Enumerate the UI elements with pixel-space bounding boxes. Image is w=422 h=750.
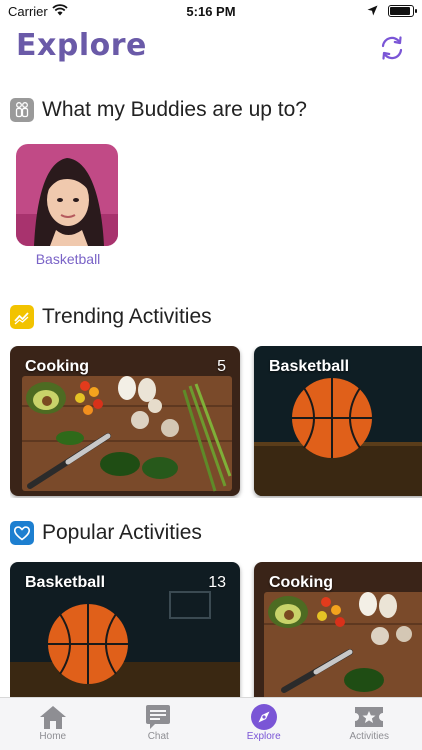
tab-label: Home (39, 731, 67, 742)
card-title: Basketball (269, 358, 350, 375)
card-title: Cooking (25, 358, 89, 375)
buddy-activity-label[interactable]: Basketball (16, 251, 120, 267)
card-count: 13 (208, 574, 226, 591)
battery-icon (388, 5, 417, 17)
trending-card-cooking[interactable]: Cooking 5 (10, 346, 240, 496)
buddy-avatar[interactable] (16, 144, 118, 246)
tab-home[interactable]: Home (0, 698, 106, 750)
popular-section-title: Popular Activities (42, 521, 202, 544)
location-arrow-icon (367, 4, 378, 19)
refresh-icon (381, 36, 403, 60)
popular-section-header: Popular Activities (10, 521, 202, 545)
refresh-button[interactable] (378, 34, 406, 62)
status-bar: Carrier 5:16 PM (0, 0, 422, 24)
star-ticket-icon (354, 703, 384, 731)
card-count: 5 (217, 358, 226, 375)
buddies-section-title: What my Buddies are up to? (42, 98, 307, 121)
home-icon (38, 703, 68, 731)
trending-section-header: Trending Activities (10, 305, 212, 329)
card-title: Basketball (25, 574, 106, 591)
tab-activities[interactable]: Activities (317, 698, 422, 750)
buddy-item[interactable]: Basketball (16, 144, 120, 267)
popular-activities-row[interactable]: Basketball 13 Cooking (10, 562, 422, 698)
popular-card-basketball[interactable]: Basketball 13 (10, 562, 240, 698)
trending-section-title: Trending Activities (42, 305, 212, 328)
tab-explore[interactable]: Explore (211, 698, 317, 750)
trending-card-basketball[interactable]: Basketball (254, 346, 422, 496)
page-title: Explore (16, 28, 147, 63)
chat-icon (143, 703, 173, 731)
tab-bar: Home Chat Explore Activities (0, 697, 422, 750)
trending-icon (10, 305, 34, 329)
tab-label: Activities (349, 731, 389, 742)
tab-label: Explore (246, 731, 281, 742)
tab-chat[interactable]: Chat (106, 698, 212, 750)
card-title: Cooking (269, 574, 333, 591)
heart-icon (10, 521, 34, 545)
compass-icon (249, 703, 279, 731)
buddies-icon (10, 98, 34, 122)
tab-label: Chat (147, 731, 169, 742)
trending-activities-row[interactable]: Cooking 5 Basketball (10, 346, 422, 498)
popular-card-cooking[interactable]: Cooking (254, 562, 422, 698)
buddies-section-header: What my Buddies are up to? (10, 98, 307, 122)
status-time: 5:16 PM (186, 4, 236, 19)
